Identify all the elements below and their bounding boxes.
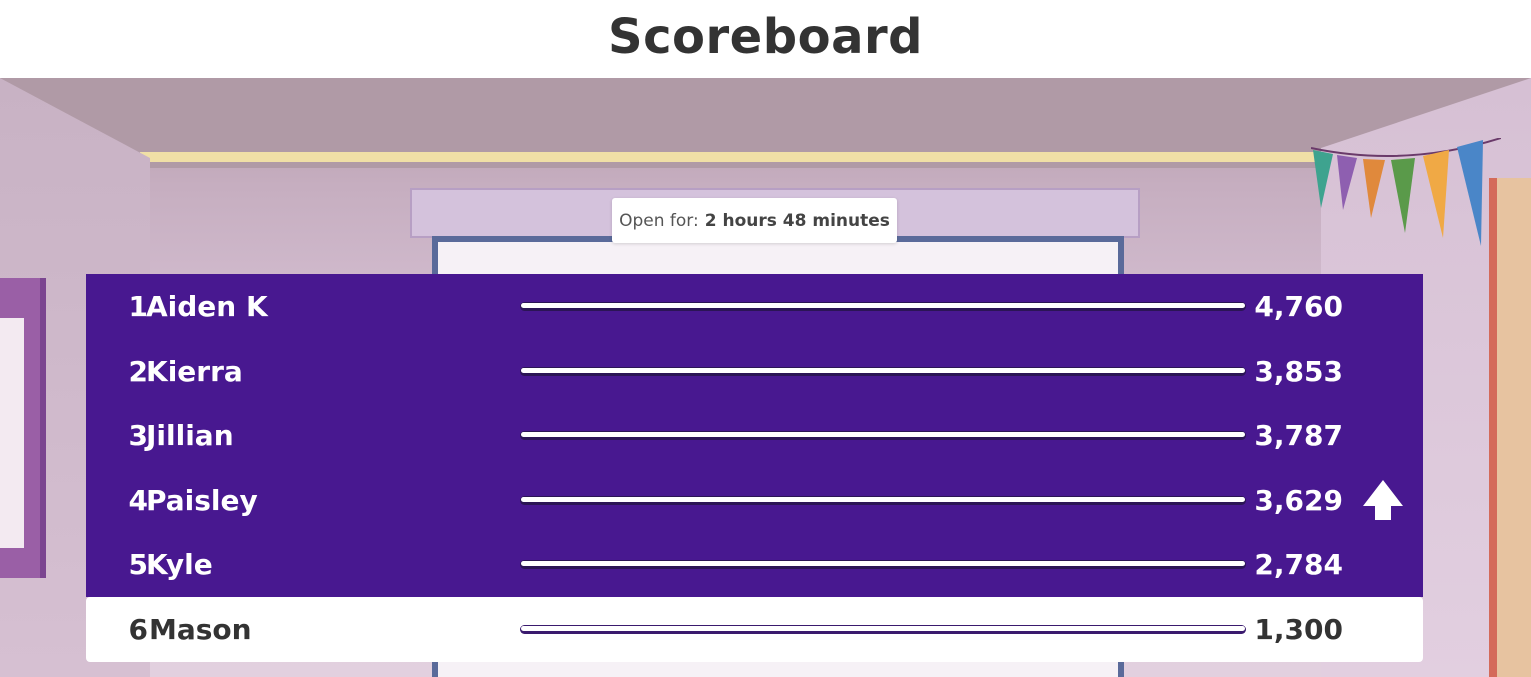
open-duration-value: 2 hours 48 minutes xyxy=(704,210,890,231)
score-progress-bar xyxy=(520,496,1246,505)
player-name: Paisley xyxy=(146,484,258,517)
left-window-pane xyxy=(0,318,24,548)
open-duration-badge: Open for: 2 hours 48 minutes xyxy=(612,198,897,243)
up-arrow-icon xyxy=(1363,480,1403,520)
leaderboard-row: 2 Kierra 3,853 xyxy=(86,339,1423,404)
leaderboard: 1 Aiden K 4,760 2 Kierra 3,853 3 Jillian… xyxy=(86,274,1423,662)
player-name: Jillian xyxy=(146,419,234,452)
score-progress-bar xyxy=(520,302,1246,311)
player-name: Mason xyxy=(149,613,252,646)
rank-number: 5 xyxy=(128,548,148,581)
rank-number: 4 xyxy=(128,484,148,517)
header: Scoreboard xyxy=(0,0,1531,78)
player-name: Aiden K xyxy=(146,290,268,323)
score-progress-bar xyxy=(520,560,1246,569)
score-progress-fill xyxy=(521,303,1245,308)
ceiling-trim xyxy=(140,152,1340,162)
player-name: Kierra xyxy=(146,355,243,388)
leaderboard-row: 1 Aiden K 4,760 xyxy=(86,274,1423,339)
score-progress-bar xyxy=(520,431,1246,440)
rank-number: 2 xyxy=(128,355,148,388)
player-score: 1,300 xyxy=(1254,613,1343,646)
page-title: Scoreboard xyxy=(608,9,923,65)
score-progress-fill xyxy=(521,626,1245,631)
player-score: 4,760 xyxy=(1254,290,1343,323)
player-score: 2,784 xyxy=(1254,548,1343,581)
player-score: 3,853 xyxy=(1254,355,1343,388)
leaderboard-row: 4 Paisley 3,629 xyxy=(86,468,1423,533)
rank-number: 1 xyxy=(128,290,148,323)
player-score: 3,787 xyxy=(1254,419,1343,452)
score-progress-bar xyxy=(520,367,1246,376)
player-name: Kyle xyxy=(146,548,213,581)
score-progress-fill xyxy=(521,432,1245,437)
score-progress-fill xyxy=(521,561,1245,566)
current-user-row: 6 Mason 1,300 xyxy=(86,597,1423,662)
leaderboard-row: 5 Kyle 2,784 xyxy=(86,532,1423,597)
rank-number: 6 xyxy=(128,613,148,646)
score-progress-bar xyxy=(520,625,1246,634)
score-progress-fill xyxy=(521,368,1245,373)
rank-number: 3 xyxy=(128,419,148,452)
score-progress-fill xyxy=(521,497,1245,502)
open-duration-label: Open for: xyxy=(619,210,699,231)
bunting-flags-icon xyxy=(1311,138,1501,246)
leaderboard-row: 3 Jillian 3,787 xyxy=(86,403,1423,468)
right-window xyxy=(1489,178,1531,677)
player-score: 3,629 xyxy=(1254,484,1343,517)
